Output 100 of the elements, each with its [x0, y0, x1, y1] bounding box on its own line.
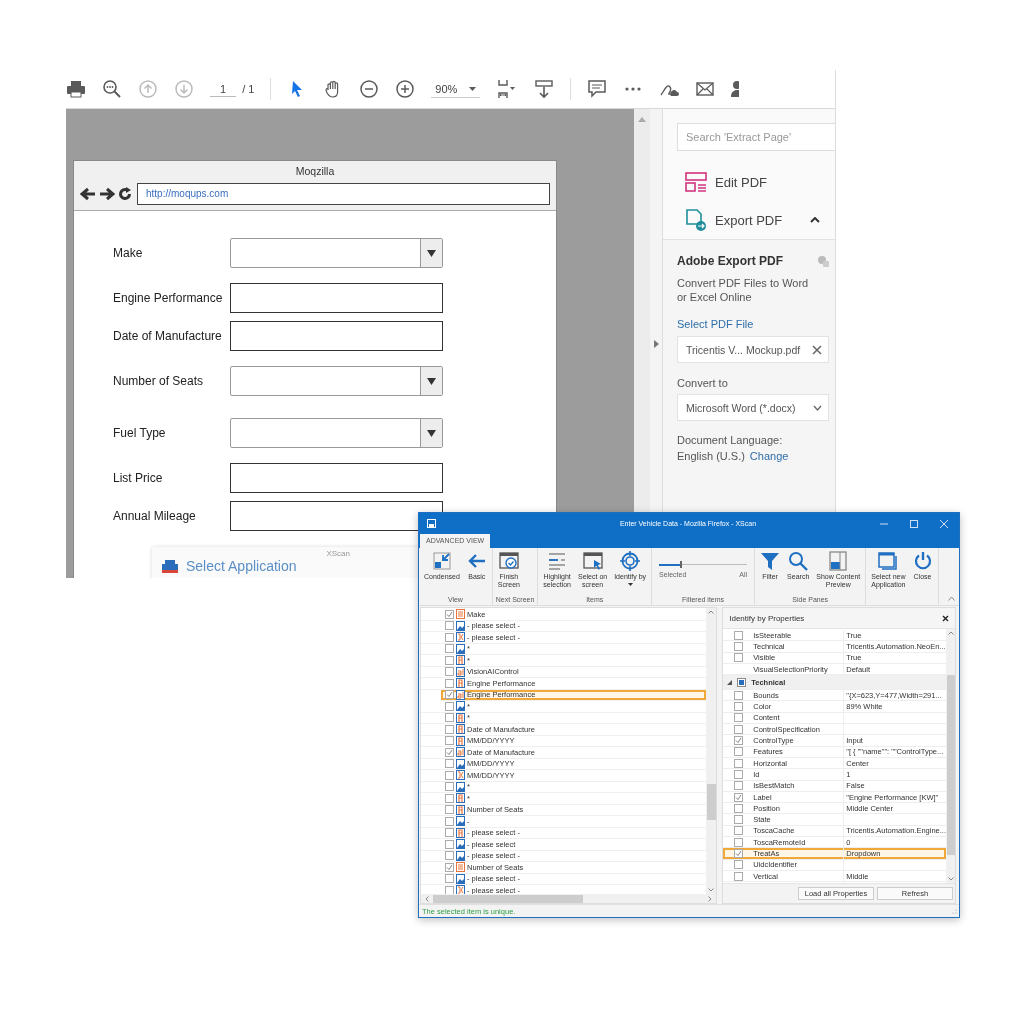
- checkbox[interactable]: [445, 805, 454, 815]
- change-link[interactable]: Change: [749, 450, 789, 462]
- person-icon[interactable]: [731, 79, 740, 99]
- back-arrow-icon[interactable]: [80, 187, 96, 201]
- checkbox[interactable]: [733, 653, 743, 663]
- checkbox[interactable]: [445, 770, 454, 780]
- print-icon[interactable]: [66, 79, 86, 99]
- scroll-up-icon[interactable]: [708, 610, 715, 614]
- text-field[interactable]: [230, 283, 443, 313]
- checkbox[interactable]: [733, 826, 743, 836]
- zoom-out-icon[interactable]: [359, 79, 380, 99]
- text-icon: [456, 804, 465, 815]
- checkbox[interactable]: [445, 632, 454, 642]
- checkbox[interactable]: [445, 701, 454, 711]
- checkbox[interactable]: [733, 837, 743, 847]
- checkbox[interactable]: [445, 828, 454, 838]
- text-icon: [456, 827, 465, 838]
- checkbox[interactable]: [445, 862, 454, 872]
- scroll-down-icon[interactable]: [708, 888, 715, 892]
- checkbox[interactable]: [445, 713, 454, 723]
- expand-pane-icon[interactable]: [653, 339, 659, 348]
- caret-icon: [627, 582, 633, 586]
- tool-item[interactable]: Export PDF: [685, 201, 835, 239]
- scrollbar-thumb[interactable]: [433, 894, 583, 903]
- checkbox[interactable]: [445, 851, 454, 861]
- checkbox[interactable]: [733, 792, 743, 802]
- checkbox[interactable]: [733, 781, 743, 791]
- checkbox[interactable]: [445, 655, 454, 665]
- checkbox[interactable]: [445, 690, 454, 700]
- scrollbar-thumb[interactable]: [946, 675, 955, 855]
- checkbox[interactable]: [733, 641, 743, 651]
- dropdown-field[interactable]: [230, 418, 443, 448]
- scroll-mode-icon[interactable]: [534, 79, 555, 99]
- checkbox[interactable]: [445, 609, 454, 619]
- field-label: Engine Performance: [113, 291, 224, 305]
- search-field[interactable]: Search 'Extract Page': [677, 123, 835, 151]
- zoom-in-icon[interactable]: [395, 79, 416, 99]
- checkbox[interactable]: [733, 702, 743, 712]
- cloud-icon: [817, 255, 829, 267]
- checkbox[interactable]: [733, 769, 743, 779]
- scroll-up-icon[interactable]: [638, 117, 646, 122]
- checkbox[interactable]: [445, 793, 454, 803]
- checkbox[interactable]: [445, 782, 454, 792]
- checkbox[interactable]: [733, 630, 743, 640]
- close-icon[interactable]: [942, 614, 949, 622]
- slider-thumb[interactable]: [680, 560, 683, 568]
- checkbox[interactable]: [445, 816, 454, 826]
- checkbox[interactable]: [445, 874, 454, 884]
- scroll-down-icon[interactable]: [947, 877, 954, 881]
- dropdown-field[interactable]: [230, 238, 443, 268]
- zoom-search-icon[interactable]: [102, 79, 122, 99]
- checkbox[interactable]: [445, 839, 454, 849]
- text-field[interactable]: [230, 321, 443, 351]
- checkbox[interactable]: [733, 803, 743, 813]
- checkbox[interactable]: [733, 747, 743, 757]
- caret-icon[interactable]: [810, 217, 821, 223]
- remove-icon[interactable]: [812, 344, 822, 355]
- collapse-ribbon-icon[interactable]: [948, 596, 955, 601]
- tool-item[interactable]: Edit PDF: [685, 163, 835, 201]
- checkbox[interactable]: [733, 758, 743, 768]
- page-number-field[interactable]: 1: [210, 81, 237, 97]
- scroll-up-icon[interactable]: [947, 631, 954, 635]
- group-checkbox[interactable]: [737, 677, 747, 687]
- scrollbar-thumb[interactable]: [706, 784, 716, 820]
- scroll-right-icon[interactable]: [708, 895, 713, 902]
- checkbox[interactable]: [733, 736, 743, 745]
- checkbox[interactable]: [733, 724, 743, 734]
- checkbox[interactable]: [445, 747, 454, 757]
- language-value: English (U.S.): [677, 450, 745, 462]
- image-icon: [456, 620, 465, 631]
- checkbox[interactable]: [445, 667, 454, 677]
- text-field[interactable]: [230, 501, 443, 531]
- checkbox[interactable]: [733, 815, 743, 825]
- checkbox[interactable]: [445, 759, 454, 769]
- arrow-up-icon[interactable]: [138, 79, 158, 99]
- arrow-down-icon[interactable]: [174, 79, 194, 99]
- forward-arrow-icon[interactable]: [99, 187, 115, 201]
- maximize-icon[interactable]: [910, 519, 918, 528]
- checkbox[interactable]: [445, 678, 454, 688]
- scroll-left-icon[interactable]: [425, 895, 429, 902]
- checkbox[interactable]: [445, 621, 454, 631]
- zoom-dropdown[interactable]: 90%: [431, 80, 481, 98]
- checkbox[interactable]: [733, 860, 743, 870]
- format-dropdown[interactable]: Microsoft Word (*.docx): [677, 394, 829, 421]
- url-field[interactable]: http://moqups.com: [137, 183, 550, 205]
- text-field[interactable]: [230, 463, 443, 493]
- checkbox[interactable]: [733, 849, 743, 858]
- checkbox[interactable]: [733, 690, 743, 700]
- save-icon: [427, 519, 436, 528]
- checkbox[interactable]: [445, 724, 454, 734]
- checkbox[interactable]: [445, 736, 454, 746]
- reload-icon[interactable]: [118, 187, 132, 201]
- checkbox[interactable]: [733, 713, 743, 723]
- comment-icon[interactable]: [587, 79, 608, 99]
- select-file-link[interactable]: Select PDF File: [677, 318, 754, 330]
- checkbox[interactable]: [445, 644, 454, 654]
- expand-icon[interactable]: [727, 679, 733, 685]
- dropdown-field[interactable]: [230, 366, 443, 396]
- mail-icon[interactable]: [695, 79, 716, 99]
- checkbox[interactable]: [733, 871, 743, 881]
